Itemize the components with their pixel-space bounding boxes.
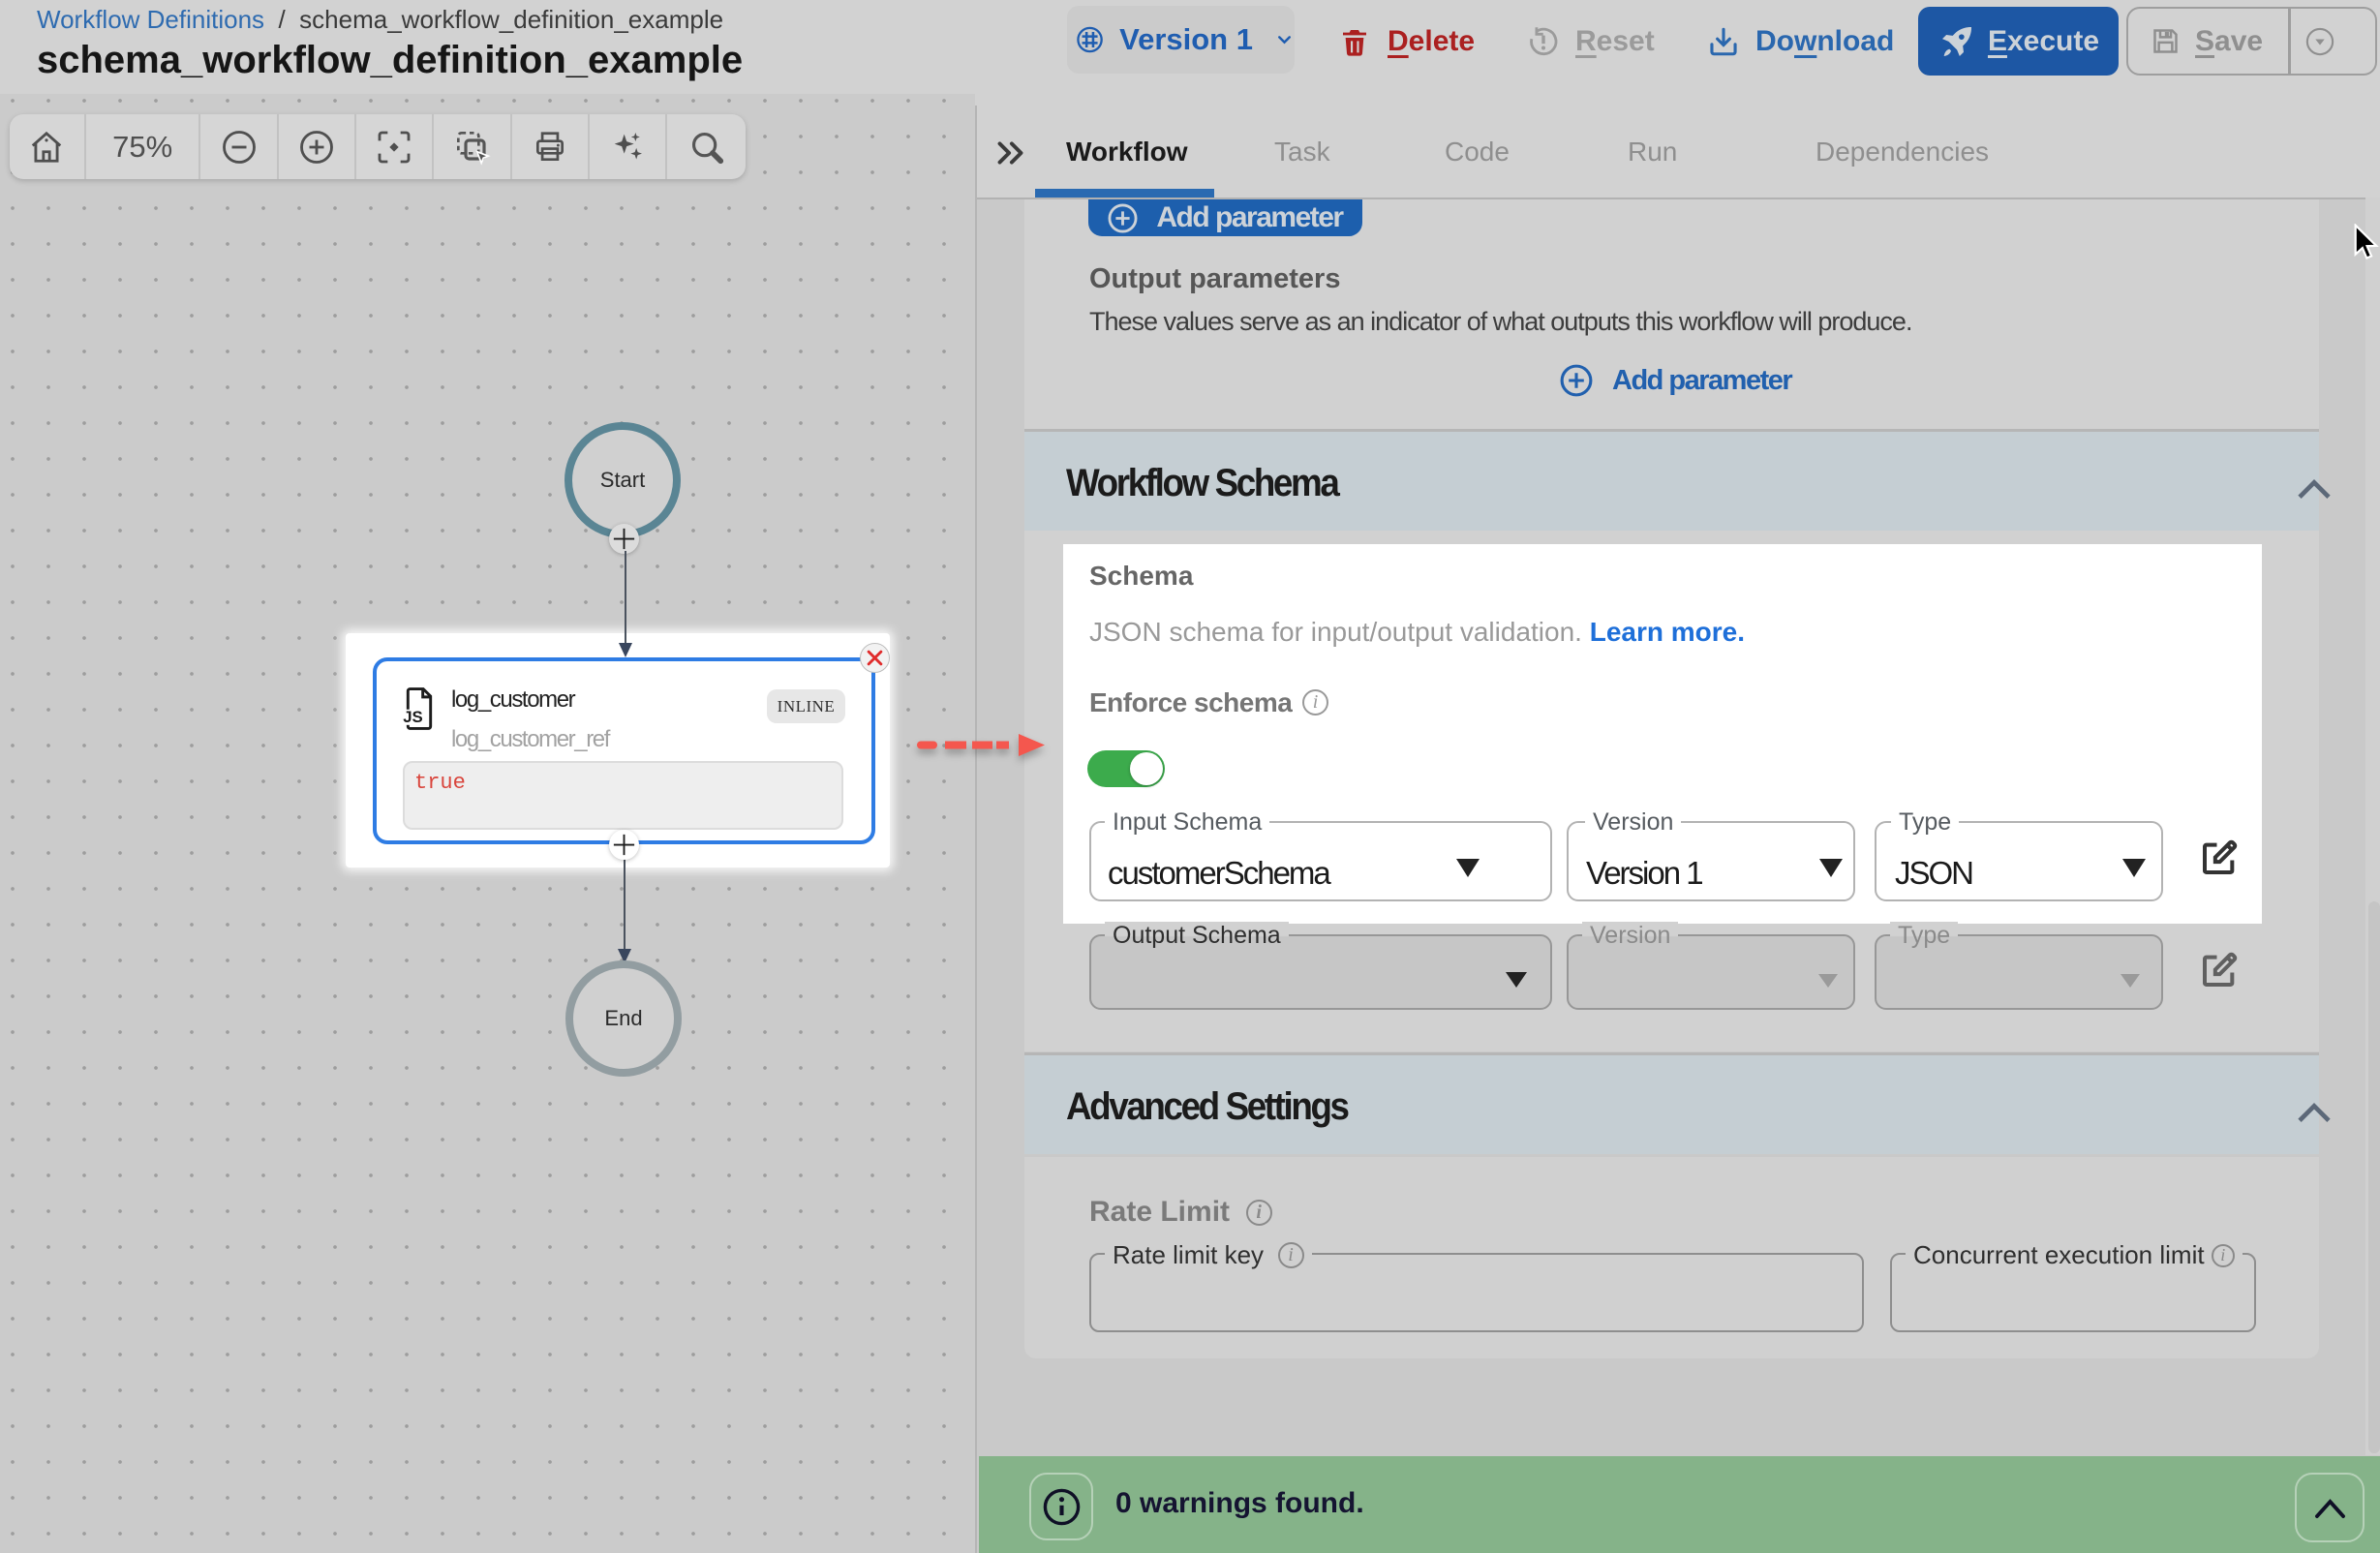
svg-text:JS: JS xyxy=(403,708,423,726)
